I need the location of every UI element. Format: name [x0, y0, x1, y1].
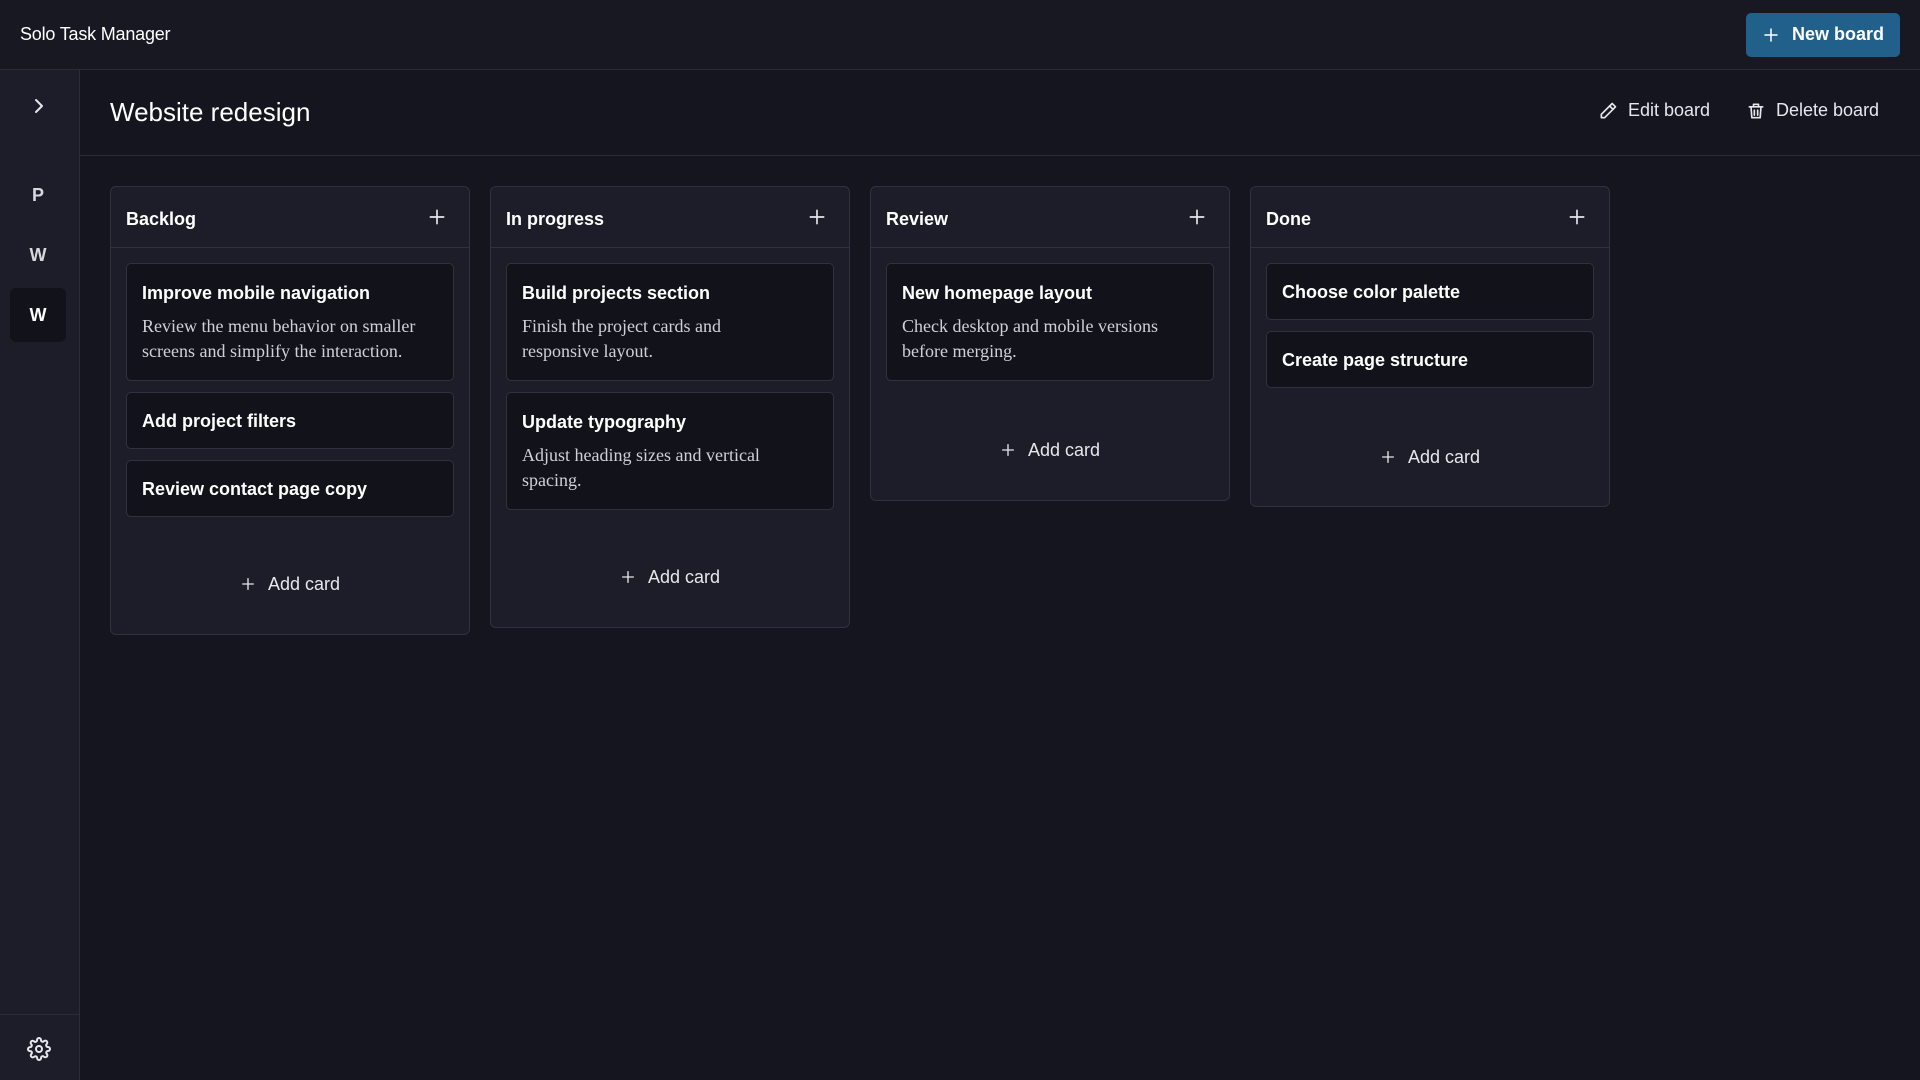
app-title: Solo Task Manager: [20, 24, 171, 44]
add-card-button[interactable]: Add card: [1251, 437, 1609, 477]
add-card-button[interactable]: Add card: [111, 564, 469, 604]
card-title: Choose color palette: [1282, 282, 1461, 302]
column-header: Done: [1251, 187, 1609, 248]
trash-icon: [1748, 103, 1764, 118]
plus-icon: [241, 578, 254, 590]
column-title: Backlog: [126, 209, 197, 229]
new-board-label: New board: [1791, 24, 1884, 44]
card-description-line: responsive layout.: [522, 341, 653, 361]
task-card[interactable]: Improve mobile navigation Review the men…: [126, 263, 454, 381]
edit-board-button[interactable]: Edit board: [1598, 100, 1710, 121]
add-card-label: Add card: [1027, 439, 1101, 460]
column-title: Done: [1266, 209, 1311, 229]
task-card[interactable]: Update typography Adjust heading sizes a…: [506, 392, 834, 510]
card-description: Adjust heading sizes and vertical spacin…: [522, 443, 818, 493]
card-title: Build projects section: [522, 283, 711, 303]
column-header: Review: [871, 187, 1229, 248]
edit-board-label: Edit board: [1628, 100, 1711, 120]
column-header: In progress: [491, 187, 849, 248]
gear-icon[interactable]: [27, 1037, 51, 1061]
card-description-line: Adjust heading sizes and vertical: [522, 445, 760, 465]
chevron-right-icon[interactable]: [27, 94, 51, 118]
delete-board-label: Delete board: [1776, 100, 1880, 120]
board-title: Website redesign: [110, 97, 311, 127]
card-description: Check desktop and mobile versions before…: [902, 314, 1198, 364]
add-card-button[interactable]: Add card: [871, 430, 1229, 470]
plus-icon[interactable]: [427, 207, 447, 227]
task-card[interactable]: Choose color palette: [1266, 263, 1594, 320]
card-title: New homepage layout: [902, 283, 1093, 303]
column-done: Done Choose color palette Create page st…: [1250, 186, 1610, 507]
column-in-progress: In progress Build projects section Finis…: [490, 186, 850, 628]
plus-icon[interactable]: [807, 207, 827, 227]
card-description-line: spacing.: [522, 470, 582, 490]
plus-icon[interactable]: [1187, 207, 1207, 227]
add-card-label: Add card: [647, 566, 721, 587]
sidebar-board-w[interactable]: W: [10, 228, 66, 282]
sidebar-board-p[interactable]: P: [10, 168, 66, 222]
plus-icon: [1001, 444, 1014, 456]
card-title: Improve mobile navigation: [142, 283, 371, 303]
plus-icon[interactable]: [1567, 207, 1587, 227]
board-header: Website redesign Edit board Delete board: [80, 70, 1920, 156]
card-description: Finish the project cards and responsive …: [522, 314, 818, 364]
add-card-label: Add card: [1407, 446, 1481, 467]
sidebar-footer: [0, 1014, 79, 1080]
column-header: Backlog: [111, 187, 469, 248]
task-card[interactable]: Add project filters: [126, 392, 454, 449]
column-title: Review: [886, 209, 949, 229]
task-card[interactable]: New homepage layout Check desktop and mo…: [886, 263, 1214, 381]
sidebar-board-w-active[interactable]: W: [10, 288, 66, 342]
card-description-line: Finish the project cards and: [522, 316, 721, 336]
card-title: Create page structure: [1282, 350, 1469, 370]
task-card[interactable]: Create page structure: [1266, 331, 1594, 388]
column-backlog: Backlog Improve mobile navigation Review…: [110, 186, 470, 635]
card-title: Update typography: [522, 412, 687, 432]
task-card[interactable]: Review contact page copy: [126, 460, 454, 517]
card-description-line: before merging.: [902, 341, 1017, 361]
delete-board-button[interactable]: Delete board: [1746, 100, 1879, 121]
column-review: Review New homepage layout Check desktop…: [870, 186, 1230, 501]
add-card-label: Add card: [267, 573, 341, 594]
sidebar: P W W: [0, 70, 80, 1080]
top-bar: Solo Task Manager New board: [0, 0, 1920, 70]
new-board-button[interactable]: New board: [1745, 12, 1900, 57]
pencil-icon: [1600, 102, 1617, 118]
add-card-button[interactable]: Add card: [491, 557, 849, 597]
task-card[interactable]: Build projects section Finish the projec…: [506, 263, 834, 381]
card-description: Review the menu behavior on smaller scre…: [142, 314, 438, 364]
plus-icon: [621, 571, 634, 583]
card-description-line: Review the menu behavior on smaller: [142, 316, 416, 336]
plus-icon: [1381, 451, 1394, 463]
card-title: Review contact page copy: [142, 479, 368, 499]
card-title: Add project filters: [142, 411, 297, 431]
plus-icon: [1764, 27, 1778, 42]
card-description-line: Check desktop and mobile versions: [902, 316, 1158, 336]
card-description-line: screens and simplify the interaction.: [142, 341, 403, 361]
column-title: In progress: [506, 209, 605, 229]
